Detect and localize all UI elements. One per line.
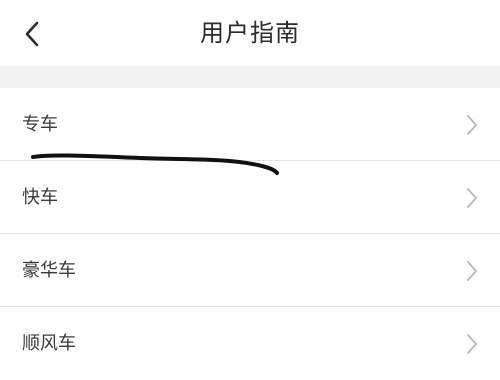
menu-item-express[interactable]: 快车 — [0, 161, 500, 234]
menu-item-luxury[interactable]: 豪华车 — [0, 234, 500, 307]
menu-item-label: 快车 — [22, 187, 58, 208]
chevron-right-icon — [467, 115, 477, 135]
menu-item-label: 顺风车 — [22, 333, 76, 354]
chevron-right-icon — [467, 261, 477, 281]
menu-item-carpool[interactable]: 顺风车 — [0, 307, 500, 380]
guide-menu-list: 专车 快车 豪华车 顺风车 — [0, 88, 500, 380]
page-title: 用户指南 — [200, 19, 300, 47]
chevron-right-icon — [467, 188, 477, 208]
section-gap — [0, 66, 500, 88]
menu-item-premier[interactable]: 专车 — [0, 88, 500, 161]
chevron-right-icon — [467, 334, 477, 354]
navigation-bar: 用户指南 — [0, 0, 500, 66]
menu-item-label: 豪华车 — [22, 260, 76, 281]
menu-item-label: 专车 — [22, 114, 58, 135]
